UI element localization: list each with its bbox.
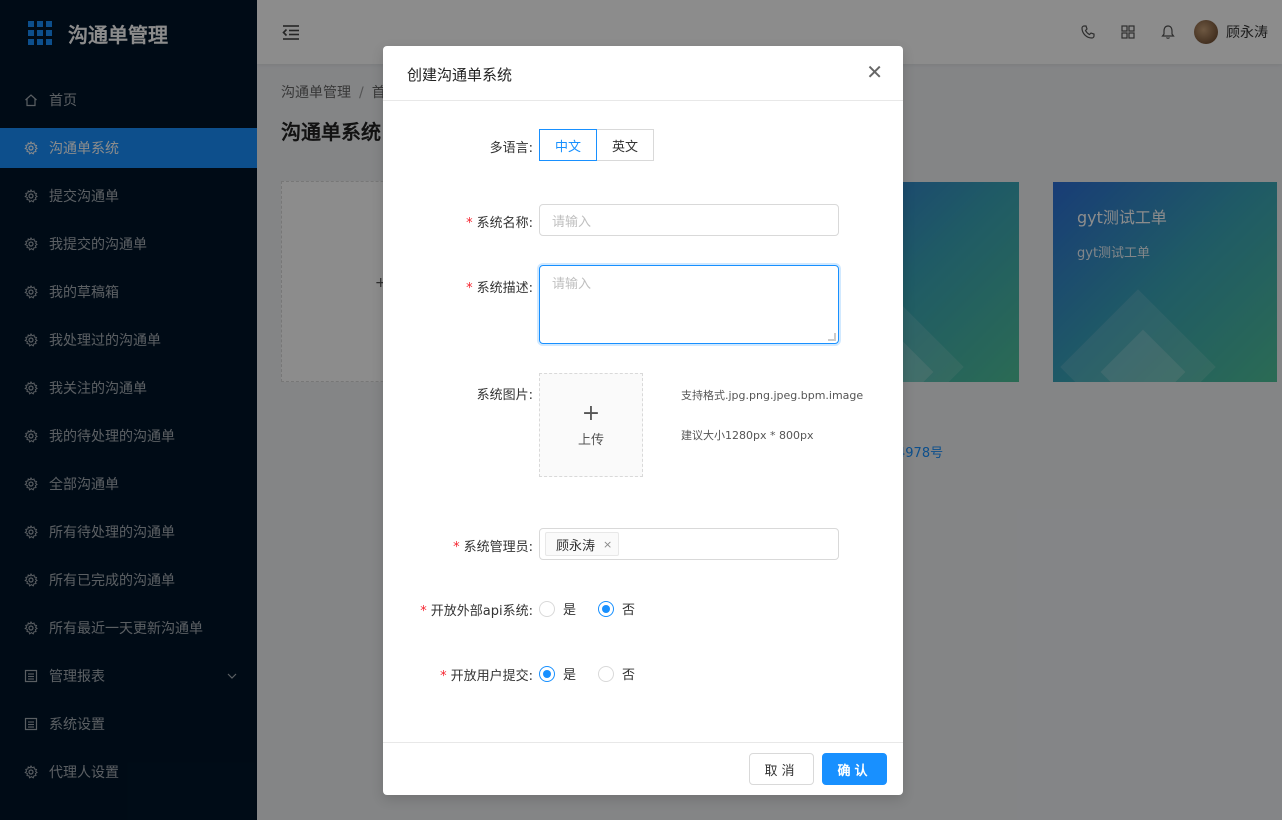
system-name-label: * 系统名称: bbox=[466, 216, 533, 231]
resize-handle-icon[interactable] bbox=[828, 333, 836, 341]
system-admin-label: * 系统管理员: bbox=[453, 540, 533, 555]
open-api-yes-radio[interactable]: 是 bbox=[539, 599, 576, 618]
open-user-submit-no-radio[interactable]: 否 bbox=[598, 664, 635, 683]
open-api-label: * 开放外部api系统: bbox=[420, 604, 533, 619]
cancel-button[interactable]: 取消 bbox=[749, 753, 814, 785]
system-desc-textarea[interactable]: 请输入 bbox=[539, 265, 839, 344]
system-desc-label: * 系统描述: bbox=[466, 281, 533, 296]
dialog-title: 创建沟通单系统 bbox=[407, 66, 513, 84]
system-image-label: 系统图片: bbox=[476, 388, 533, 403]
create-system-dialog: 创建沟通单系统 ✕ 多语言: 中文 英文 * 系统名称: 请输入 * 系统描述: 请… bbox=[383, 46, 903, 795]
tag-close-icon[interactable]: × bbox=[603, 538, 612, 551]
open-user-submit-radio-group: 是 否 bbox=[539, 664, 657, 683]
language-switch: 中文 英文 bbox=[539, 129, 655, 161]
language-option-zh[interactable]: 中文 bbox=[539, 129, 598, 161]
confirm-button[interactable]: 确认 bbox=[822, 753, 887, 785]
admin-tag: 顾永涛 × bbox=[545, 532, 620, 556]
image-upload-button[interactable]: + 上传 bbox=[539, 373, 643, 477]
dialog-footer: 取消 确认 bbox=[383, 742, 903, 795]
open-api-radio-group: 是 否 bbox=[539, 599, 657, 618]
open-user-submit-label: * 开放用户提交: bbox=[440, 669, 533, 684]
close-icon[interactable]: ✕ bbox=[866, 62, 883, 82]
upload-size-hint: 建议大小1280px * 800px bbox=[681, 429, 814, 442]
upload-format-hint: 支持格式.jpg.png.jpeg.bpm.image bbox=[681, 389, 864, 402]
open-api-no-radio[interactable]: 否 bbox=[598, 599, 635, 618]
admin-tag-label: 顾永涛 bbox=[556, 538, 596, 554]
system-admin-select[interactable]: 顾永涛 × bbox=[539, 528, 839, 560]
system-name-input[interactable]: 请输入 bbox=[539, 204, 839, 236]
language-option-en[interactable]: 英文 bbox=[597, 129, 655, 161]
plus-icon: + bbox=[581, 400, 601, 426]
open-user-submit-yes-radio[interactable]: 是 bbox=[539, 664, 576, 683]
upload-label: 上传 bbox=[577, 432, 604, 448]
language-label: 多语言: bbox=[489, 141, 533, 156]
